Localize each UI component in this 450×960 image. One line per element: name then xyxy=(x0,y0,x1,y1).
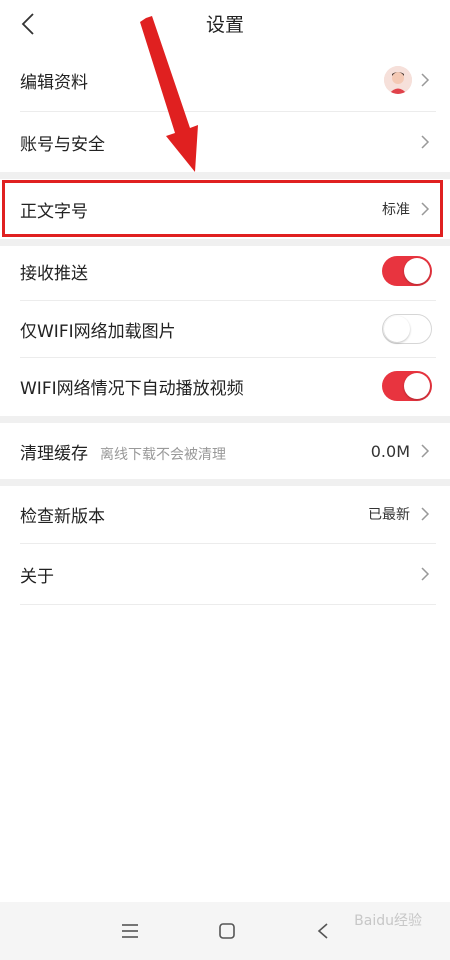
chevron-right-icon xyxy=(421,135,430,149)
about-row[interactable]: 关于 xyxy=(0,544,450,604)
toggle-knob xyxy=(404,258,430,284)
menu-icon xyxy=(122,924,138,938)
wifi-autoplay-toggle[interactable] xyxy=(382,371,432,401)
toggle-knob xyxy=(404,373,430,399)
chevron-right-icon xyxy=(421,202,430,216)
chevron-right-icon xyxy=(421,567,430,581)
receive-push-toggle[interactable] xyxy=(382,256,432,286)
clear-cache-row[interactable]: 清理缓存 离线下载不会被清理 0.0M xyxy=(0,421,450,481)
divider xyxy=(20,604,436,605)
watermark: Baidu经验 xyxy=(354,913,422,929)
account-security-label: 账号与安全 xyxy=(20,134,105,155)
square-home-icon xyxy=(219,923,235,939)
font-size-label: 正文字号 xyxy=(20,201,88,222)
receive-push-label: 接收推送 xyxy=(20,263,88,284)
toggle-knob xyxy=(384,316,410,342)
clear-cache-hint: 离线下载不会被清理 xyxy=(100,446,226,463)
check-update-label: 检查新版本 xyxy=(20,506,105,527)
edit-profile-label: 编辑资料 xyxy=(20,72,88,93)
update-status-value: 已最新 xyxy=(368,507,410,523)
section-gap xyxy=(0,172,450,179)
wifi-images-toggle[interactable] xyxy=(382,314,432,344)
header-bar: 设置 xyxy=(0,0,450,50)
wifi-images-row: 仅WIFI网络加载图片 xyxy=(0,299,450,359)
edit-profile-row[interactable]: 编辑资料 xyxy=(0,50,450,110)
cache-size-value: 0.0M xyxy=(370,441,410,461)
font-size-row[interactable]: 正文字号 标准 xyxy=(0,179,450,239)
menu-button[interactable] xyxy=(115,916,145,946)
chevron-right-icon xyxy=(421,73,430,87)
check-update-row[interactable]: 检查新版本 已最新 xyxy=(0,484,450,544)
account-security-row[interactable]: 账号与安全 xyxy=(0,112,450,172)
chevron-right-icon xyxy=(421,507,430,521)
clear-cache-title: 清理缓存 xyxy=(20,443,88,464)
home-button[interactable] xyxy=(212,916,242,946)
page-title: 设置 xyxy=(205,14,244,36)
system-back-button[interactable] xyxy=(308,916,338,946)
receive-push-row: 接收推送 xyxy=(0,241,450,301)
triangle-back-icon xyxy=(317,923,328,939)
about-label: 关于 xyxy=(20,566,54,587)
chevron-right-icon xyxy=(421,444,430,458)
wifi-autoplay-row: WIFI网络情况下自动播放视频 xyxy=(0,356,450,416)
clear-cache-label: 清理缓存 离线下载不会被清理 xyxy=(20,439,226,464)
wifi-autoplay-label: WIFI网络情况下自动播放视频 xyxy=(20,378,244,399)
wifi-images-label: 仅WIFI网络加载图片 xyxy=(20,321,176,342)
user-avatar-icon xyxy=(384,66,412,94)
font-size-value: 标准 xyxy=(382,202,410,218)
